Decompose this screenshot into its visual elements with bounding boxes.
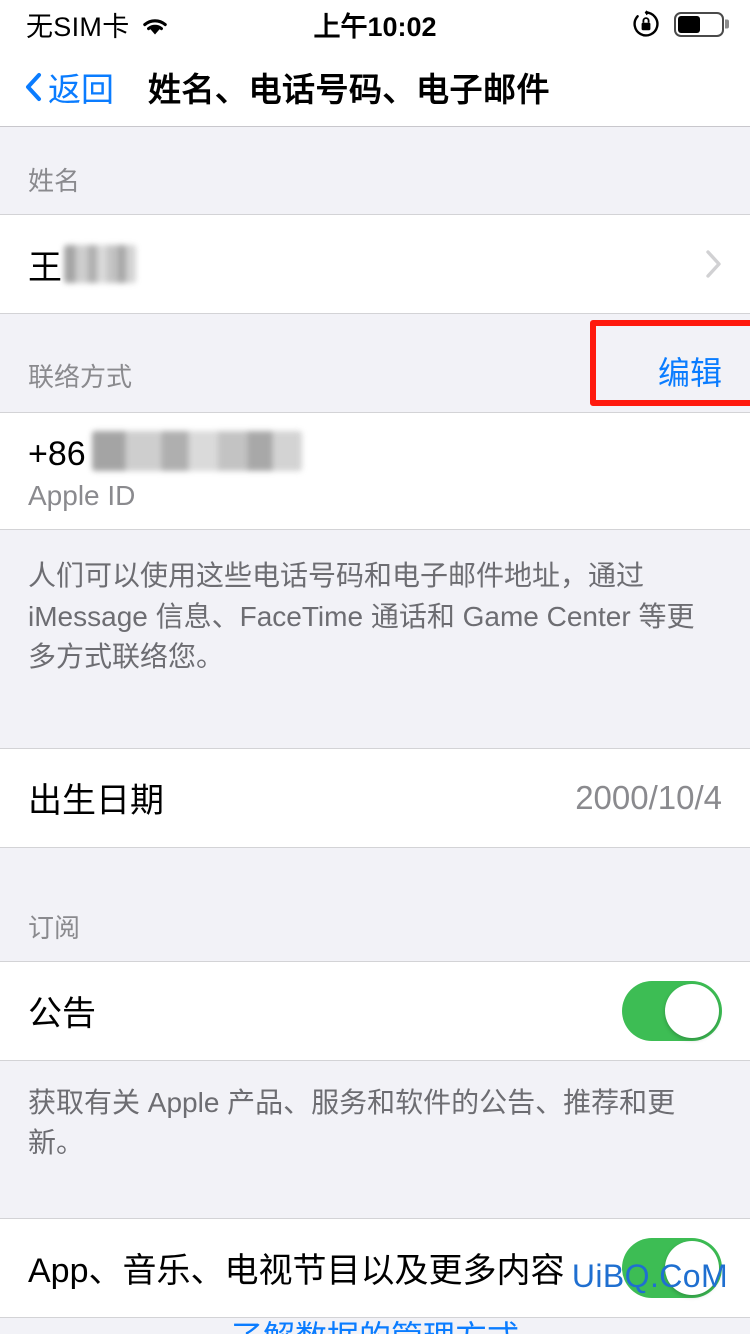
phone-prefix: +86 (28, 434, 86, 473)
birthday-label: 出生日期 (28, 782, 164, 821)
navigation-bar: 返回 姓名、电话号码、电子邮件 (0, 48, 750, 126)
contact-footnote: 人们可以使用这些电话号码和电子邮件地址，通过 iMessage 信息、FaceT… (0, 530, 750, 748)
section-header-contact-label: 联络方式 (28, 362, 133, 392)
birthday-value: 2000/10/4 (575, 778, 722, 816)
carrier-label: 无SIM卡 (26, 11, 130, 42)
back-label: 返回 (48, 71, 114, 108)
section-header-contact: 联络方式 编辑 (0, 314, 750, 412)
section-header-name-label: 姓名 (28, 166, 81, 196)
name-redacted-block (64, 245, 136, 283)
chevron-left-icon (24, 72, 42, 102)
announcements-footnote: 获取有关 Apple 产品、服务和软件的公告、推荐和更新。 (0, 1060, 750, 1218)
section-header-subscriptions: 订阅 (0, 847, 750, 961)
phone-redacted-block (92, 430, 303, 471)
iphone-settings-screen: 无SIM卡 上午10:02 返回 姓名、电话号码、电子邮件 姓名 王 联络方式 … (0, 0, 750, 1334)
announcements-toggle[interactable] (622, 980, 722, 1041)
status-bar-left: 无SIM卡 (26, 5, 170, 44)
manage-data-link[interactable]: 了解数据的管理方式 (0, 1312, 750, 1334)
chevron-right-icon (704, 249, 722, 279)
site-watermark: UiBQ.CoM (571, 1258, 728, 1294)
status-bar: 无SIM卡 上午10:02 (0, 0, 750, 48)
wifi-icon (140, 13, 170, 35)
battery-icon (674, 11, 724, 37)
section-header-subscriptions-label: 订阅 (28, 912, 81, 943)
edit-button[interactable]: 编辑 (658, 348, 722, 394)
name-value-prefix: 王 (28, 248, 62, 287)
birthday-row[interactable]: 出生日期 2000/10/4 (0, 747, 750, 848)
phone-row[interactable]: +86 Apple ID (0, 412, 750, 530)
phone-subtitle: Apple ID (28, 479, 136, 511)
back-button[interactable]: 返回 (24, 63, 114, 111)
page-title: 姓名、电话号码、电子邮件 (148, 71, 550, 108)
section-header-name: 姓名 (0, 126, 750, 214)
announcements-label: 公告 (28, 995, 96, 1034)
apps-music-label: App、音乐、电视节目以及更多内容 (28, 1252, 565, 1291)
announcements-row[interactable]: 公告 (0, 960, 750, 1061)
name-row[interactable]: 王 (0, 214, 750, 314)
status-bar-right (632, 10, 724, 38)
phone-stack: +86 Apple ID (28, 430, 303, 512)
rotation-lock-icon (632, 10, 660, 38)
